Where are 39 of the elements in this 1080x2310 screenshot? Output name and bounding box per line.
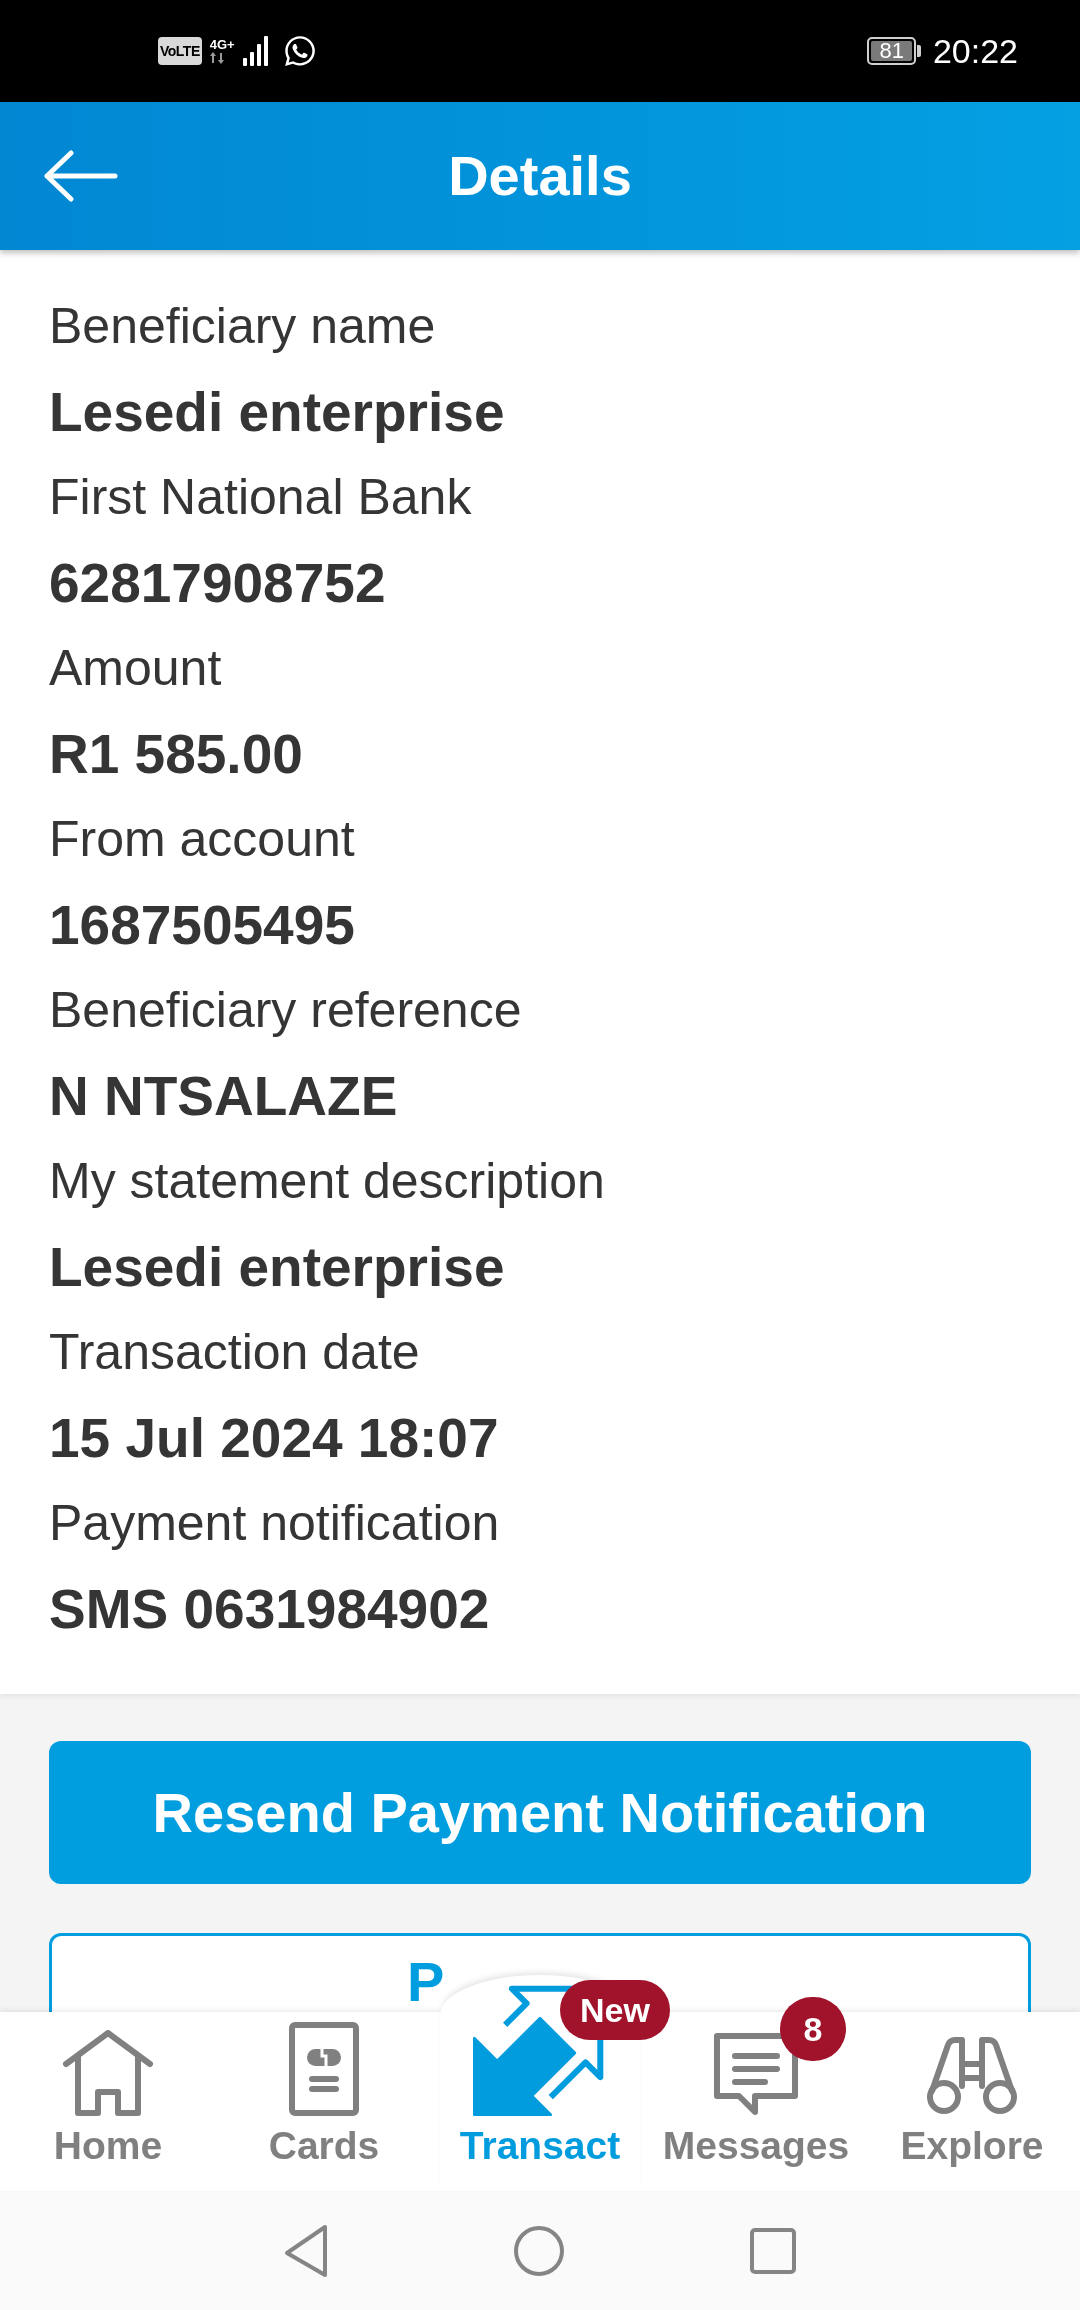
back-arrow-icon	[44, 150, 118, 202]
back-button[interactable]	[44, 150, 118, 202]
new-badge: New	[560, 1980, 670, 2040]
nav-tab[interactable]: Cards	[216, 2012, 432, 2191]
card-document-icon	[289, 2022, 359, 2116]
detail-label: My statement description	[49, 1152, 606, 1211]
recent-apps-icon[interactable]	[750, 2227, 796, 2274]
back-icon[interactable]	[284, 2223, 328, 2278]
home-circle-icon[interactable]	[513, 2224, 565, 2277]
detail-value: N NTSALAZE	[49, 1063, 399, 1129]
signal-icon	[242, 36, 269, 66]
detail-label: Transaction date	[49, 1323, 421, 1382]
chat-bubble-icon	[713, 2032, 799, 2116]
detail-label: Beneficiary reference	[49, 981, 523, 1040]
battery-indicator: 81	[867, 37, 921, 65]
resend-notification-button[interactable]: Resend Payment Notification	[49, 1741, 1031, 1884]
clock: 20:22	[932, 34, 1018, 68]
page-title: Details	[448, 148, 632, 204]
binoculars-icon	[926, 2036, 1018, 2116]
house-icon	[62, 2030, 154, 2116]
volte-indicator: VoLTE	[158, 37, 202, 65]
whatsapp-icon	[282, 34, 317, 68]
data-arrows-icon	[209, 52, 224, 64]
detail-label: Amount	[49, 639, 223, 698]
network-type: 4G+	[209, 38, 235, 52]
nav-tab[interactable]: Home	[0, 2012, 216, 2191]
detail-value: Lesedi enterprise	[49, 379, 506, 445]
detail-label: First National Bank	[49, 468, 473, 527]
detail-label: Beneficiary name	[49, 297, 437, 356]
detail-value: 1687505495	[49, 892, 356, 958]
detail-value: 62817908752	[49, 550, 387, 616]
count-badge: 8	[780, 1997, 846, 2061]
detail-value: R1 585.00	[49, 721, 304, 787]
nav-tab[interactable]: Explore	[864, 2012, 1080, 2191]
detail-value: Lesedi enterprise	[49, 1234, 506, 1300]
detail-label: Payment notification	[49, 1494, 501, 1553]
detail-value: SMS 0631984902	[49, 1576, 491, 1642]
detail-label: From account	[49, 810, 356, 869]
detail-value: 15 Jul 2024 18:07	[49, 1405, 500, 1471]
